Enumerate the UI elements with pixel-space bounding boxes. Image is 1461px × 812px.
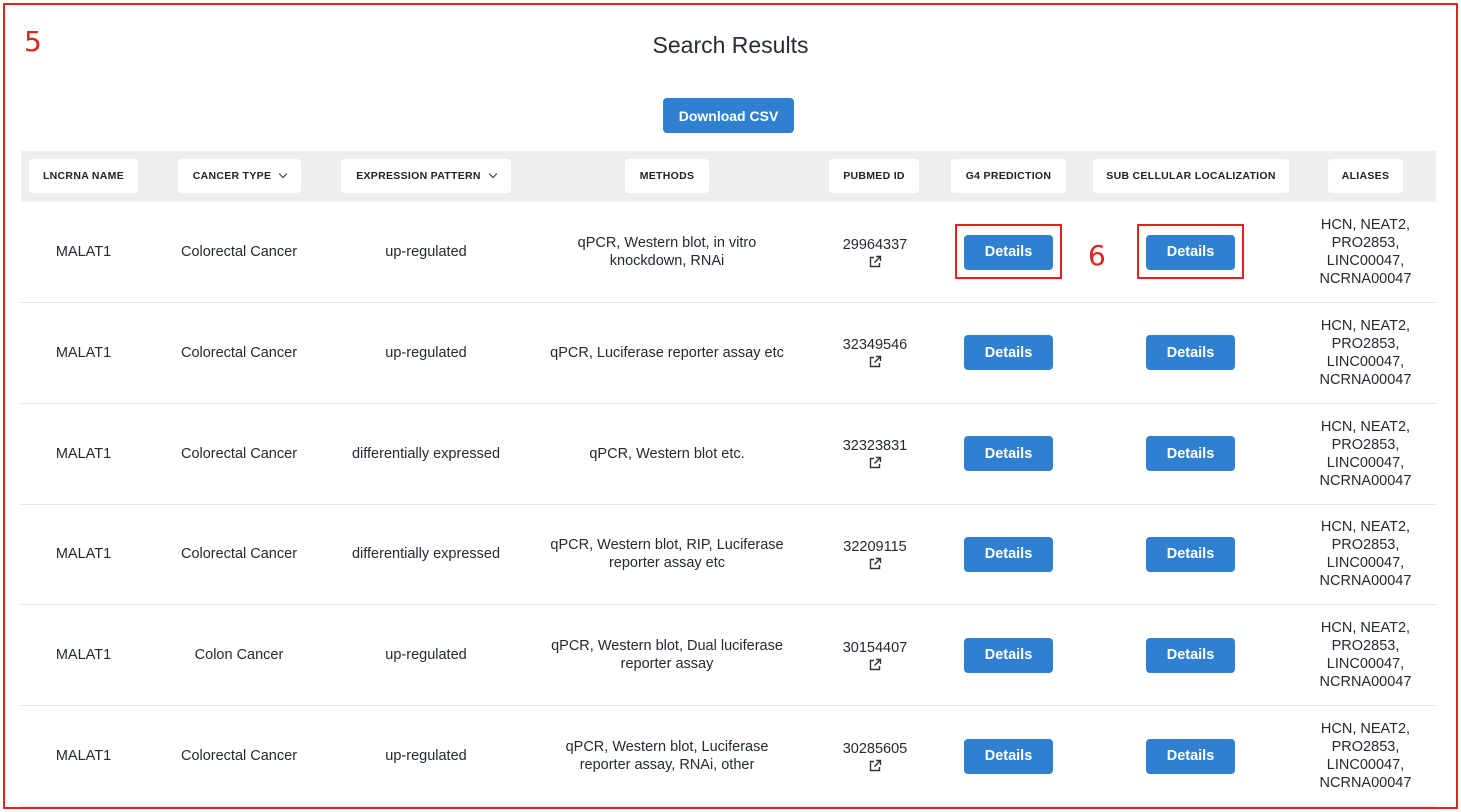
cell-aliases: HCN, NEAT2, PRO2853, LINC00047, NCRNA000…	[1319, 217, 1412, 287]
cell-expression-pattern: up-regulated	[385, 647, 467, 664]
column-header-label: CANCER TYPE	[192, 170, 272, 182]
g4-details-button[interactable]: Details	[964, 637, 1053, 673]
external-link-icon[interactable]	[868, 255, 882, 269]
cell-methods: qPCR, Western blot, RIP, Luciferase repo…	[550, 537, 784, 572]
cell-cancer-type: Colon Cancer	[194, 647, 284, 664]
cell-sub-cellular-localization: Details	[1133, 605, 1248, 705]
subcellular-details-button[interactable]: Details	[1146, 637, 1235, 673]
cell-aliases: HCN, NEAT2, PRO2853, LINC00047, NCRNA000…	[1319, 721, 1412, 791]
cell-cancer-type: Colorectal Cancer	[180, 546, 298, 563]
cell-lncrna-name: MALAT1	[55, 647, 112, 664]
subcellular-details-button[interactable]: Details	[1146, 536, 1235, 572]
chevron-down-icon	[488, 169, 498, 179]
cell-sub-cellular-localization: Details	[1133, 504, 1248, 604]
column-header-label: ALIASES	[1341, 170, 1390, 182]
pubmed-id-text: 29964337	[842, 236, 908, 253]
cell-aliases: HCN, NEAT2, PRO2853, LINC00047, NCRNA000…	[1319, 519, 1412, 590]
column-header-cancer-type[interactable]: CANCER TYPE	[178, 159, 301, 193]
column-header-label: LNCRNA NAME	[42, 170, 125, 182]
column-header-aliases[interactable]: ALIASES	[1328, 159, 1403, 193]
annotation-label-6: 6	[1088, 239, 1106, 272]
column-header-label: METHODS	[639, 170, 695, 182]
cell-cancer-type: Colorectal Cancer	[180, 244, 298, 260]
cell-lncrna-name: MALAT1	[55, 244, 112, 260]
cell-lncrna-name: MALAT1	[55, 344, 112, 361]
page-title: Search Results	[652, 32, 809, 58]
g4-details-button[interactable]: Details	[964, 738, 1053, 774]
external-link-icon[interactable]	[868, 355, 882, 369]
cell-expression-pattern: up-regulated	[385, 748, 467, 764]
table-row: MALAT1 Colorectal Cancer differentially ex…	[21, 504, 1436, 606]
column-header-label: PUBMED ID	[843, 170, 905, 182]
g4-details-button[interactable]: Details	[964, 436, 1053, 472]
cell-methods: qPCR, Western blot, Dual luciferase repo…	[551, 638, 783, 673]
cell-g4-prediction: Details	[951, 706, 1066, 806]
cell-aliases: HCN, NEAT2, PRO2853, LINC00047, NCRNA000…	[1319, 418, 1412, 489]
table-row: MALAT1 Colorectal Cancer up-regulated qPCR,…	[21, 706, 1436, 807]
cell-expression-pattern: up-regulated	[385, 244, 467, 260]
cell-cancer-type: Colorectal Cancer	[180, 344, 298, 361]
cell-sub-cellular-localization: Details	[1133, 706, 1248, 806]
external-link-icon[interactable]	[868, 456, 882, 470]
cell-lncrna-name: MALAT1	[55, 748, 112, 764]
cell-pubmed-id: 30285605	[806, 706, 944, 806]
g4-details-highlight	[955, 224, 1062, 279]
column-header-lncrna-name[interactable]: LNCRNA NAME	[29, 159, 138, 193]
cell-cancer-type: Colorectal Cancer	[180, 445, 298, 462]
pubmed-id-text: 32349546	[842, 337, 908, 354]
cell-sub-cellular-localization: Details	[1133, 404, 1248, 504]
pubmed-id-text: 30285605	[842, 740, 908, 757]
cell-lncrna-name: MALAT1	[55, 445, 112, 462]
cell-lncrna-name: MALAT1	[55, 546, 112, 563]
cell-methods: qPCR, Western blot, Luciferase reporter …	[565, 739, 769, 773]
cell-pubmed-id: 29964337	[806, 202, 944, 302]
cell-aliases: HCN, NEAT2, PRO2853, LINC00047, NCRNA000…	[1319, 620, 1412, 691]
cell-methods: qPCR, Luciferase reporter assay etc	[550, 344, 784, 361]
g4-details-button[interactable]: Details	[964, 335, 1053, 371]
pubmed-id-text: 30154407	[842, 639, 908, 656]
column-header-g4-prediction[interactable]: G4 PREDICTION	[951, 159, 1066, 193]
external-link-icon[interactable]	[868, 658, 882, 672]
cell-g4-prediction: Details	[951, 404, 1066, 504]
cell-cancer-type: Colorectal Cancer	[180, 748, 298, 764]
table-row: MALAT1 Colorectal Cancer differentially ex…	[21, 404, 1436, 505]
external-link-icon[interactable]	[868, 759, 882, 773]
g4-details-button[interactable]: Details	[964, 536, 1053, 572]
cell-g4-prediction: Details	[951, 303, 1066, 403]
cell-aliases: HCN, NEAT2, PRO2853, LINC00047, NCRNA000…	[1319, 317, 1412, 388]
column-header-label: EXPRESSION PATTERN	[356, 170, 481, 182]
table-header: LNCRNA NAME CANCER TYPE EXPRESSION PATTE…	[21, 151, 1436, 202]
cell-expression-pattern: differentially expressed	[351, 445, 501, 462]
column-header-methods[interactable]: METHODS	[625, 159, 709, 193]
column-header-sub-cellular-localization[interactable]: SUB CELLULAR LOCALIZATION	[1093, 159, 1289, 193]
cell-methods: qPCR, Western blot, in vitro knockdown, …	[577, 235, 757, 269]
chevron-down-icon	[279, 169, 288, 179]
cell-sub-cellular-localization: Details	[1133, 303, 1248, 403]
cell-pubmed-id: 32209115	[806, 504, 944, 604]
cell-expression-pattern: up-regulated	[385, 344, 467, 361]
subcellular-details-highlight	[1137, 224, 1244, 279]
column-header-label: G4 PREDICTION	[965, 170, 1052, 182]
cell-methods: qPCR, Western blot etc.	[589, 445, 745, 462]
cell-g4-prediction: Details	[951, 504, 1066, 604]
pubmed-id-text: 32209115	[843, 538, 907, 555]
cell-pubmed-id: 32323831	[806, 404, 944, 504]
column-header-expression-pattern[interactable]: EXPRESSION PATTERN	[341, 159, 511, 193]
cell-pubmed-id: 30154407	[806, 605, 944, 705]
subcellular-details-button[interactable]: Details	[1146, 335, 1235, 371]
column-header-pubmed-id[interactable]: PUBMED ID	[829, 159, 919, 193]
table-row: MALAT1 Colon Cancer up-regulated qPCR, West…	[21, 605, 1436, 707]
external-link-icon[interactable]	[868, 557, 882, 571]
column-header-label: SUB CELLULAR LOCALIZATION	[1106, 170, 1276, 182]
subcellular-details-button[interactable]: Details	[1146, 436, 1235, 472]
cell-pubmed-id: 32349546	[806, 303, 944, 403]
subcellular-details-button[interactable]: Details	[1146, 738, 1235, 774]
download-csv-button[interactable]: Download CSV	[663, 98, 794, 133]
pubmed-id-text: 32323831	[842, 438, 908, 455]
table-row: MALAT1 Colorectal Cancer up-regulated qPCR,…	[21, 303, 1436, 404]
cell-expression-pattern: differentially expressed	[351, 546, 501, 563]
cell-g4-prediction: Details	[951, 605, 1066, 705]
